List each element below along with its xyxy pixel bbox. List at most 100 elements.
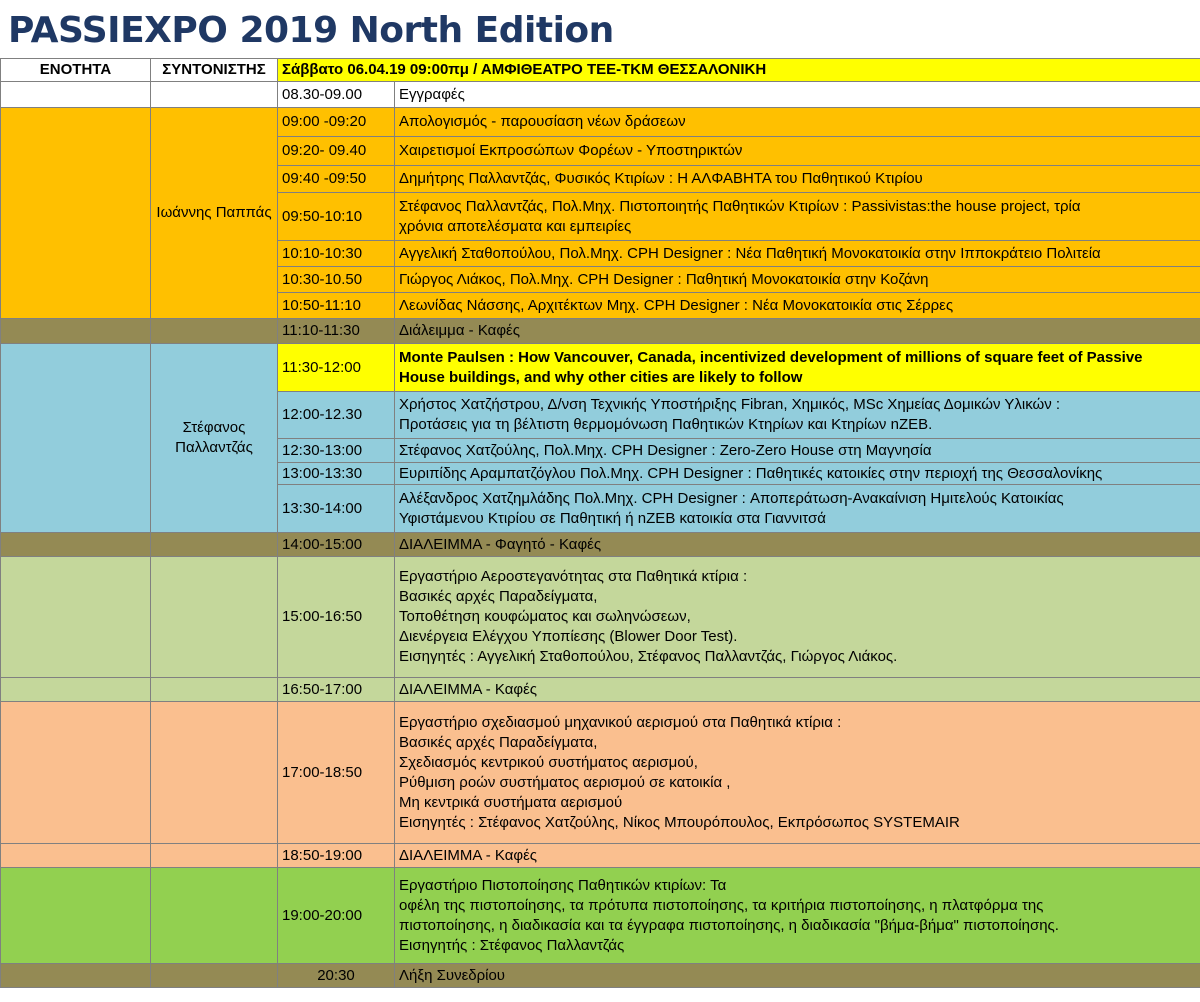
- desc-cell: Δημήτρης Παλλαντζάς, Φυσικός Κτιρίων : Η…: [393, 165, 1200, 193]
- desc-line: Εργαστήριο σχεδιασμού μηχανικού αερισμού…: [399, 713, 842, 731]
- desc-line: Εγγραφές: [399, 85, 465, 103]
- desc-line: Αλέξανδρος Χατζημλάδης Πολ.Μηχ. CPH Desi…: [399, 489, 1064, 507]
- header-row: ΕΝΟΤΗΤΑ ΣΥΝΤΟΝΙΣΤΗΣ Σάββατο 06.04.19 09:…: [0, 58, 1200, 82]
- time-cell: 10:10-10:30: [277, 240, 395, 267]
- moderator-cell: [150, 867, 278, 964]
- page-title: PASSIEXPO 2019 North Edition: [8, 10, 614, 51]
- desc-cell: Ευριπίδης Αραμπατζόγλου Πολ.Μηχ. CPH Des…: [393, 462, 1200, 485]
- desc-line: Δημήτρης Παλλαντζάς, Φυσικός Κτιρίων : Η…: [399, 170, 923, 187]
- desc-line: Ευριπίδης Αραμπατζόγλου Πολ.Μηχ. CPH Des…: [399, 464, 1103, 482]
- time-cell: 08.30-09.00: [277, 81, 395, 108]
- break-row: 14:00-15:00 ΔΙΑΛΕΙΜΜΑ - Φαγητό - Καφές: [0, 532, 1200, 557]
- desc-cell: Λεωνίδας Νάσσης, Αρχιτέκτων Μηχ. CPH Des…: [393, 292, 1200, 319]
- time-cell: 17:00-18:50: [277, 701, 395, 844]
- desc-cell: ΔΙΑΛΕΙΜΜΑ - Φαγητό - Καφές: [393, 532, 1200, 557]
- desc-line: Εισηγητής : Στέφανος Παλλαντζάς: [399, 936, 625, 954]
- desc-line: Εισηγητές : Αγγελική Σταθοπούλου, Στέφαν…: [399, 648, 898, 665]
- desc-cell: Γιώργος Λιάκος, Πολ.Μηχ. CPH Designer : …: [393, 266, 1200, 293]
- desc-cell: ΔΙΑΛΕΙΜΜΑ - Καφές: [393, 677, 1200, 702]
- desc-line: Ρύθμιση ροών συστήματος αερισμού σε κατο…: [399, 773, 731, 791]
- desc-cell: Εργαστήριο Πιστοποίησης Παθητικών κτιρίω…: [393, 867, 1200, 964]
- desc-line: οφέλη της πιστοποίησης, τα πρότυπα πιστο…: [399, 896, 1044, 914]
- table-row: 18:50-19:00 ΔΙΑΛΕΙΜΜΑ - Καφές: [0, 843, 1200, 868]
- moderator-cell: [150, 556, 278, 678]
- header-session: Σάββατο 06.04.19 09:00πμ / ΑΜΦΙΘΕΑΤΡΟ ΤΕ…: [276, 58, 1200, 82]
- desc-cell: Απολογισμός - παρουσίαση νέων δράσεων: [393, 107, 1200, 137]
- desc-line: Εργαστήριο Πιστοποίησης Παθητικών κτιρίω…: [399, 876, 1196, 896]
- unit-cell: [0, 963, 151, 988]
- time-cell: 13:30-14:00: [277, 484, 395, 533]
- time-cell: 18:50-19:00: [277, 843, 395, 868]
- unit-cell: [0, 556, 151, 678]
- desc-cell: Εργαστήριο σχεδιασμού μηχανικού αερισμού…: [393, 701, 1200, 844]
- moderator-cell: [150, 318, 278, 344]
- time-cell: 11:10-11:30: [277, 318, 395, 344]
- time-cell: 09:00 -09:20: [277, 107, 395, 137]
- desc-line: Διάλειμμα - Καφές: [399, 322, 520, 339]
- break-row: 11:10-11:30 Διάλειμμα - Καφές: [0, 318, 1200, 344]
- desc-cell: Εργαστήριο Αεροστεγανότητας στα Παθητικά…: [393, 556, 1200, 678]
- desc-line: Εργαστήριο Αεροστεγανότητας στα Παθητικά…: [399, 568, 748, 585]
- unit-cell: [0, 532, 151, 557]
- unit-cell: [0, 343, 151, 533]
- time-cell: 10:50-11:10: [277, 292, 395, 319]
- moderator-cell: [150, 677, 278, 702]
- unit-cell: [0, 701, 151, 844]
- moderator-cell: [150, 532, 278, 557]
- schedule-table: ΕΝΟΤΗΤΑ ΣΥΝΤΟΝΙΣΤΗΣ Σάββατο 06.04.19 09:…: [0, 58, 1200, 988]
- desc-line: Βασικές αρχές Παραδείγματα,: [399, 733, 598, 751]
- table-row: 17:00-18:50 Εργαστήριο σχεδιασμού μηχανι…: [0, 701, 1200, 844]
- unit-cell: [0, 107, 151, 319]
- desc-line: Υφιστάμενου Κτιρίου σε Παθητική ή nZEB κ…: [399, 509, 826, 527]
- desc-line: ΔΙΑΛΕΙΜΜΑ - Καφές: [399, 846, 538, 864]
- desc-cell: Αλέξανδρος Χατζημλάδης Πολ.Μηχ. CPH Desi…: [393, 484, 1200, 533]
- moderator-cell: [150, 701, 278, 844]
- desc-line: Λεωνίδας Νάσσης, Αρχιτέκτων Μηχ. CPH Des…: [399, 296, 954, 314]
- desc-line: House buildings, and why other cities ar…: [399, 368, 803, 386]
- time-cell: 12:00-12.30: [277, 391, 395, 439]
- desc-cell: Λήξη Συνεδρίου: [393, 963, 1200, 988]
- desc-line: Τοποθέτηση κουφώματος και σωληνώσεων,: [399, 608, 691, 625]
- desc-line: Εισηγητές : Στέφανος Χατζούλης, Νίκος Μπ…: [399, 813, 960, 831]
- desc-cell: Στέφανος Χατζούλης, Πολ.Μηχ. CPH Designe…: [393, 438, 1200, 463]
- table-row: 16:50-17:00 ΔΙΑΛΕΙΜΜΑ - Καφές: [0, 677, 1200, 702]
- desc-line-left: Εργαστήριο Πιστοποίησης Παθητικών κτιρίω…: [399, 876, 707, 894]
- desc-cell: Χρήστος Χατζήστρου, Δ/νση Τεχνικής Υποστ…: [393, 391, 1200, 439]
- table-row: Στέφανος Παλλαντζάς 11:30-12:00 Monte Pa…: [0, 343, 1200, 533]
- unit-cell: [0, 81, 151, 108]
- unit-cell: [0, 318, 151, 344]
- time-cell: 12:30-13:00: [277, 438, 395, 463]
- time-cell: 16:50-17:00: [277, 677, 395, 702]
- desc-line: Λήξη Συνεδρίου: [399, 966, 506, 984]
- time-cell: 19:00-20:00: [277, 867, 395, 964]
- moderator-cell: Στέφανος Παλλαντζάς: [150, 343, 278, 533]
- header-moderator: ΣΥΝΤΟΝΙΣΤΗΣ: [150, 58, 278, 82]
- moderator-cell: Ιωάννης Παππάς: [150, 107, 278, 319]
- desc-line-right: Τα: [710, 876, 727, 894]
- moderator-cell: [150, 81, 278, 108]
- desc-cell: Αγγελική Σταθοπούλου, Πολ.Μηχ. CPH Desig…: [393, 240, 1200, 267]
- desc-line: Σχεδιασμός κεντρικού συστήματος αερισμού…: [399, 753, 698, 771]
- break-row: 20:30 Λήξη Συνεδρίου: [0, 963, 1200, 988]
- time-cell: 11:30-12:00: [277, 343, 395, 392]
- desc-line: Γιώργος Λιάκος, Πολ.Μηχ. CPH Designer : …: [399, 270, 929, 288]
- desc-line: Απολογισμός - παρουσίαση νέων δράσεων: [399, 113, 686, 130]
- desc-line: χρόνια αποτελέσματα και εμπειρίες: [399, 217, 632, 235]
- desc-line: Προτάσεις για τη βέλτιστη θερμομόνωση Πα…: [399, 416, 933, 433]
- table-row: Ιωάννης Παππάς 09:00 -09:20 Απολογισμός …: [0, 107, 1200, 319]
- desc-line: Μη κεντρικά συστήματα αερισμού: [399, 793, 623, 811]
- time-cell: 20:30: [277, 963, 395, 988]
- desc-line: Monte Paulsen : How Vancouver, Canada, i…: [399, 348, 1143, 366]
- time-cell: 10:30-10.50: [277, 266, 395, 293]
- moderator-line: Παλλαντζάς: [175, 439, 253, 456]
- time-cell: 09:40 -09:50: [277, 165, 395, 193]
- time-cell: 14:00-15:00: [277, 532, 395, 557]
- desc-cell: Χαιρετισμοί Εκπροσώπων Φορέων - Υποστηρι…: [393, 136, 1200, 166]
- desc-cell: Εγγραφές: [393, 81, 1200, 108]
- table-row: 19:00-20:00 Εργαστήριο Πιστοποίησης Παθη…: [0, 867, 1200, 964]
- table-row: 08.30-09.00 Εγγραφές: [0, 81, 1200, 108]
- desc-line: πιστοποίησης, η διαδικασία και τα έγγραφ…: [399, 916, 1059, 934]
- moderator-cell: [150, 843, 278, 868]
- desc-line: Διενέργεια Ελέγχου Υποπίεσης (Blower Doo…: [399, 628, 738, 645]
- desc-line: Χρήστος Χατζήστρου, Δ/νση Τεχνικής Υποστ…: [399, 396, 1061, 413]
